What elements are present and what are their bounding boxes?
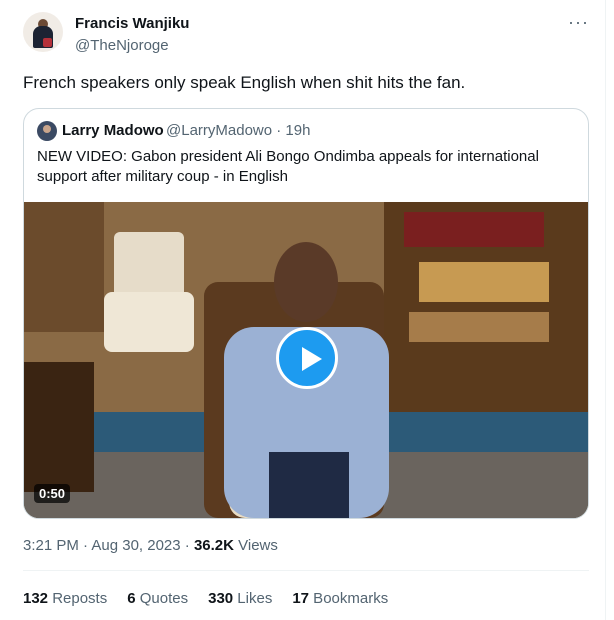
video-player[interactable]: 0:50 (24, 202, 588, 518)
author-avatar[interactable] (23, 12, 63, 52)
more-horizontal-icon[interactable]: ··· (568, 12, 589, 33)
engagement-stats: 132 Reposts 6 Quotes 330 Likes 17 Bookma… (23, 590, 408, 607)
tweet-card: Francis Wanjiku @TheNjoroge ··· French s… (0, 0, 606, 620)
quoted-avatar[interactable] (37, 121, 57, 141)
divider (23, 570, 589, 571)
quoted-author-handle[interactable]: @LarryMadowo · 19h (166, 122, 310, 139)
video-duration: 0:50 (34, 484, 71, 503)
stat-reposts[interactable]: 132 Reposts (23, 590, 107, 607)
play-icon[interactable] (276, 327, 338, 389)
stat-likes[interactable]: 330 Likes (208, 590, 272, 607)
stat-bookmarks[interactable]: 17 Bookmarks (292, 590, 388, 607)
author-name[interactable]: Francis Wanjiku (75, 15, 189, 32)
tweet-meta: 3:21 PM · Aug 30, 2023 · 36.2K Views (23, 537, 278, 554)
author-handle[interactable]: @TheNjoroge (75, 37, 169, 54)
views-label: Views (233, 537, 278, 554)
quoted-tweet-text: NEW VIDEO: Gabon president Ali Bongo Ond… (37, 148, 539, 185)
quoted-author-name[interactable]: Larry Madowo (62, 122, 164, 139)
timestamp[interactable]: 3:21 PM · Aug 30, 2023 · (23, 537, 194, 554)
avatar-accent (43, 38, 52, 47)
views-count: 36.2K (193, 537, 234, 554)
quoted-tweet[interactable]: Larry Madowo @LarryMadowo · 19h NEW VIDE… (23, 108, 589, 519)
tweet-text: French speakers only speak English when … (23, 73, 466, 92)
stat-quotes[interactable]: 6 Quotes (127, 590, 188, 607)
